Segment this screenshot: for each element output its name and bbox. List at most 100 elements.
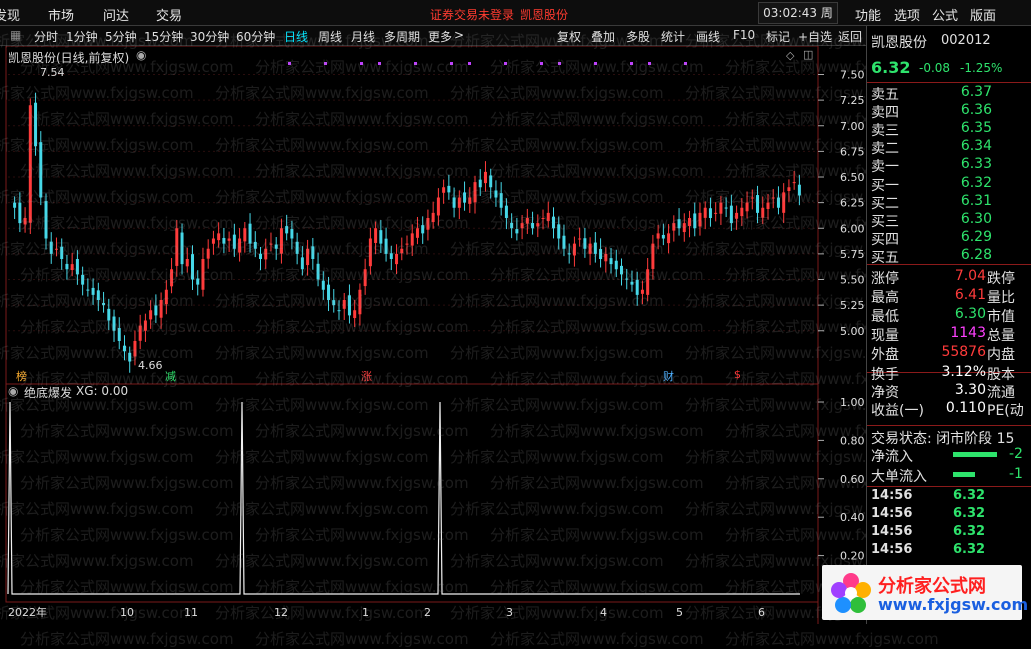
candle-body xyxy=(128,352,132,362)
menu-formula[interactable]: 公式 xyxy=(932,5,958,24)
tab-period-monthly[interactable]: 月线 xyxy=(351,28,375,45)
signal-dot xyxy=(378,62,381,65)
signal-dot xyxy=(324,62,327,65)
flow-label: 大单流入 xyxy=(871,469,927,485)
flow-row: 大单流入 -1 xyxy=(867,466,1031,485)
tab-period-weekly[interactable]: 周线 xyxy=(318,28,342,45)
candle-body xyxy=(588,243,592,254)
bid-price: 6.30 xyxy=(960,211,992,227)
price-tick-label: 5.50 xyxy=(840,274,865,287)
candle-body xyxy=(551,216,555,229)
candle-body xyxy=(164,289,168,305)
button-fuquan[interactable]: 复权 xyxy=(557,28,581,45)
chart-settings-icon[interactable]: ◉ xyxy=(136,48,146,62)
menu-wenda[interactable]: 问达 xyxy=(103,5,129,24)
marker-bang[interactable]: 榜 xyxy=(16,368,27,384)
candle-body xyxy=(724,207,728,209)
candle-body xyxy=(405,243,409,245)
button-overlay[interactable]: 叠加 xyxy=(591,28,615,45)
tab-period-5min[interactable]: 5分钟 xyxy=(105,28,137,45)
period-toolbar: ▦ 分时 1分钟 5分钟 15分钟 30分钟 60分钟 日线 周线 月线 多周期… xyxy=(0,26,866,46)
candle-body xyxy=(625,278,629,280)
indicator-tick-label: 0.80 xyxy=(840,434,865,447)
menu-bar: 发现 市场 问达 交易 证券交易未登录 凯恩股份 03:02:43 周日 功能 … xyxy=(0,0,1031,40)
candle-body xyxy=(269,243,273,245)
button-back[interactable]: 返回 xyxy=(838,28,862,45)
candle-body xyxy=(771,197,775,199)
candle-body xyxy=(740,207,744,217)
tab-period-30min[interactable]: 30分钟 xyxy=(190,28,229,45)
candle-body xyxy=(436,197,440,216)
kline-chart-area[interactable]: 7.50 7.25 7.00 6.75 6.50 6.25 6.00 5.75 5.50 5.25… xyxy=(0,46,866,624)
indicator-settings-icon[interactable]: ◉ xyxy=(8,384,18,398)
marker-dollar[interactable]: $ xyxy=(734,368,741,381)
tab-period-more[interactable]: 更多 xyxy=(428,28,452,45)
candle-body xyxy=(640,289,644,294)
menu-trade[interactable]: 交易 xyxy=(156,5,182,24)
candle-body xyxy=(300,257,304,270)
candle-body xyxy=(536,223,540,227)
candle-body xyxy=(620,265,624,275)
diamond-icon[interactable]: ◇ xyxy=(786,49,794,62)
trade-status: 交易状态: 闭市阶段 15 xyxy=(871,431,1015,447)
marker-jian[interactable]: 减 xyxy=(165,368,176,384)
candle-body xyxy=(442,187,446,193)
tick-row: 14:56 6.32 xyxy=(867,506,1031,524)
tick-price: 6.32 xyxy=(953,488,986,503)
marker-zhang[interactable]: 涨 xyxy=(361,368,372,384)
candle-body xyxy=(311,246,315,259)
candle-body xyxy=(646,269,650,295)
marker-cai[interactable]: 财 xyxy=(663,368,674,384)
tab-period-daily[interactable]: 日线 xyxy=(284,28,308,45)
bid-label: 买三 xyxy=(871,214,899,230)
ask-label: 卖五 xyxy=(871,87,899,103)
candle-body xyxy=(112,316,116,331)
candle-body xyxy=(431,212,435,223)
stat2-row: 净资 3.30 流通 xyxy=(867,382,1031,401)
ask-row: 卖一 6.33 xyxy=(867,156,1031,175)
menu-layout[interactable]: 版面 xyxy=(970,5,996,24)
candle-body xyxy=(70,264,74,271)
button-f10[interactable]: F10 xyxy=(733,28,755,42)
candle-body xyxy=(238,238,242,253)
tab-period-15min[interactable]: 15分钟 xyxy=(144,28,183,45)
tab-period-1min[interactable]: 1分钟 xyxy=(66,28,98,45)
button-draw[interactable]: 画线 xyxy=(696,28,720,45)
candle-body xyxy=(96,290,100,300)
stock-price: 6.32 xyxy=(871,58,911,77)
kline-svg[interactable]: 7.50 7.25 7.00 6.75 6.50 6.25 6.00 5.75 5.50 5.25… xyxy=(0,46,866,624)
candle-body xyxy=(614,260,618,270)
candle-body xyxy=(797,184,801,196)
tab-period-fenshi[interactable]: 分时 xyxy=(34,28,58,45)
tab-period-60min[interactable]: 60分钟 xyxy=(236,28,275,45)
stat2-label: 净资 xyxy=(871,385,899,401)
candle-body xyxy=(714,212,718,214)
panel-toggle-icon[interactable]: ◫ xyxy=(803,48,813,61)
candle-body xyxy=(609,258,613,265)
flow-value: -2 xyxy=(1009,446,1023,462)
button-multi-stock[interactable]: 多股 xyxy=(626,28,650,45)
bid-row: 买三 6.30 xyxy=(867,211,1031,230)
flow-label: 净流入 xyxy=(871,449,913,465)
menu-function[interactable]: 功能 xyxy=(855,5,881,24)
price-tick-label: 7.00 xyxy=(840,120,865,133)
candle-body xyxy=(478,179,482,188)
tab-period-multi[interactable]: 多周期 xyxy=(384,28,420,45)
login-status[interactable]: 证券交易未登录 xyxy=(430,6,514,23)
candle-body xyxy=(332,300,336,306)
menu-market[interactable]: 市场 xyxy=(48,5,74,24)
signal-dot xyxy=(648,62,651,65)
grid-icon[interactable]: ▦ xyxy=(10,28,21,42)
menu-discover[interactable]: 发现 xyxy=(0,5,20,24)
menu-options[interactable]: 选项 xyxy=(894,5,920,24)
candle-body xyxy=(253,241,257,249)
watermark-text: 分析家公式网www.fxjgsw.com xyxy=(490,630,704,648)
price-tick-label: 6.75 xyxy=(840,145,865,158)
candle-body xyxy=(661,234,665,239)
indicator-tick-label: 1.00 xyxy=(840,396,865,409)
stat-row: 现量 1143 总量 xyxy=(867,325,1031,344)
button-stats[interactable]: 统计 xyxy=(661,28,685,45)
button-add-favorite[interactable]: +自选 xyxy=(798,28,832,45)
candle-body xyxy=(473,182,477,203)
button-mark[interactable]: 标记 xyxy=(766,28,790,45)
